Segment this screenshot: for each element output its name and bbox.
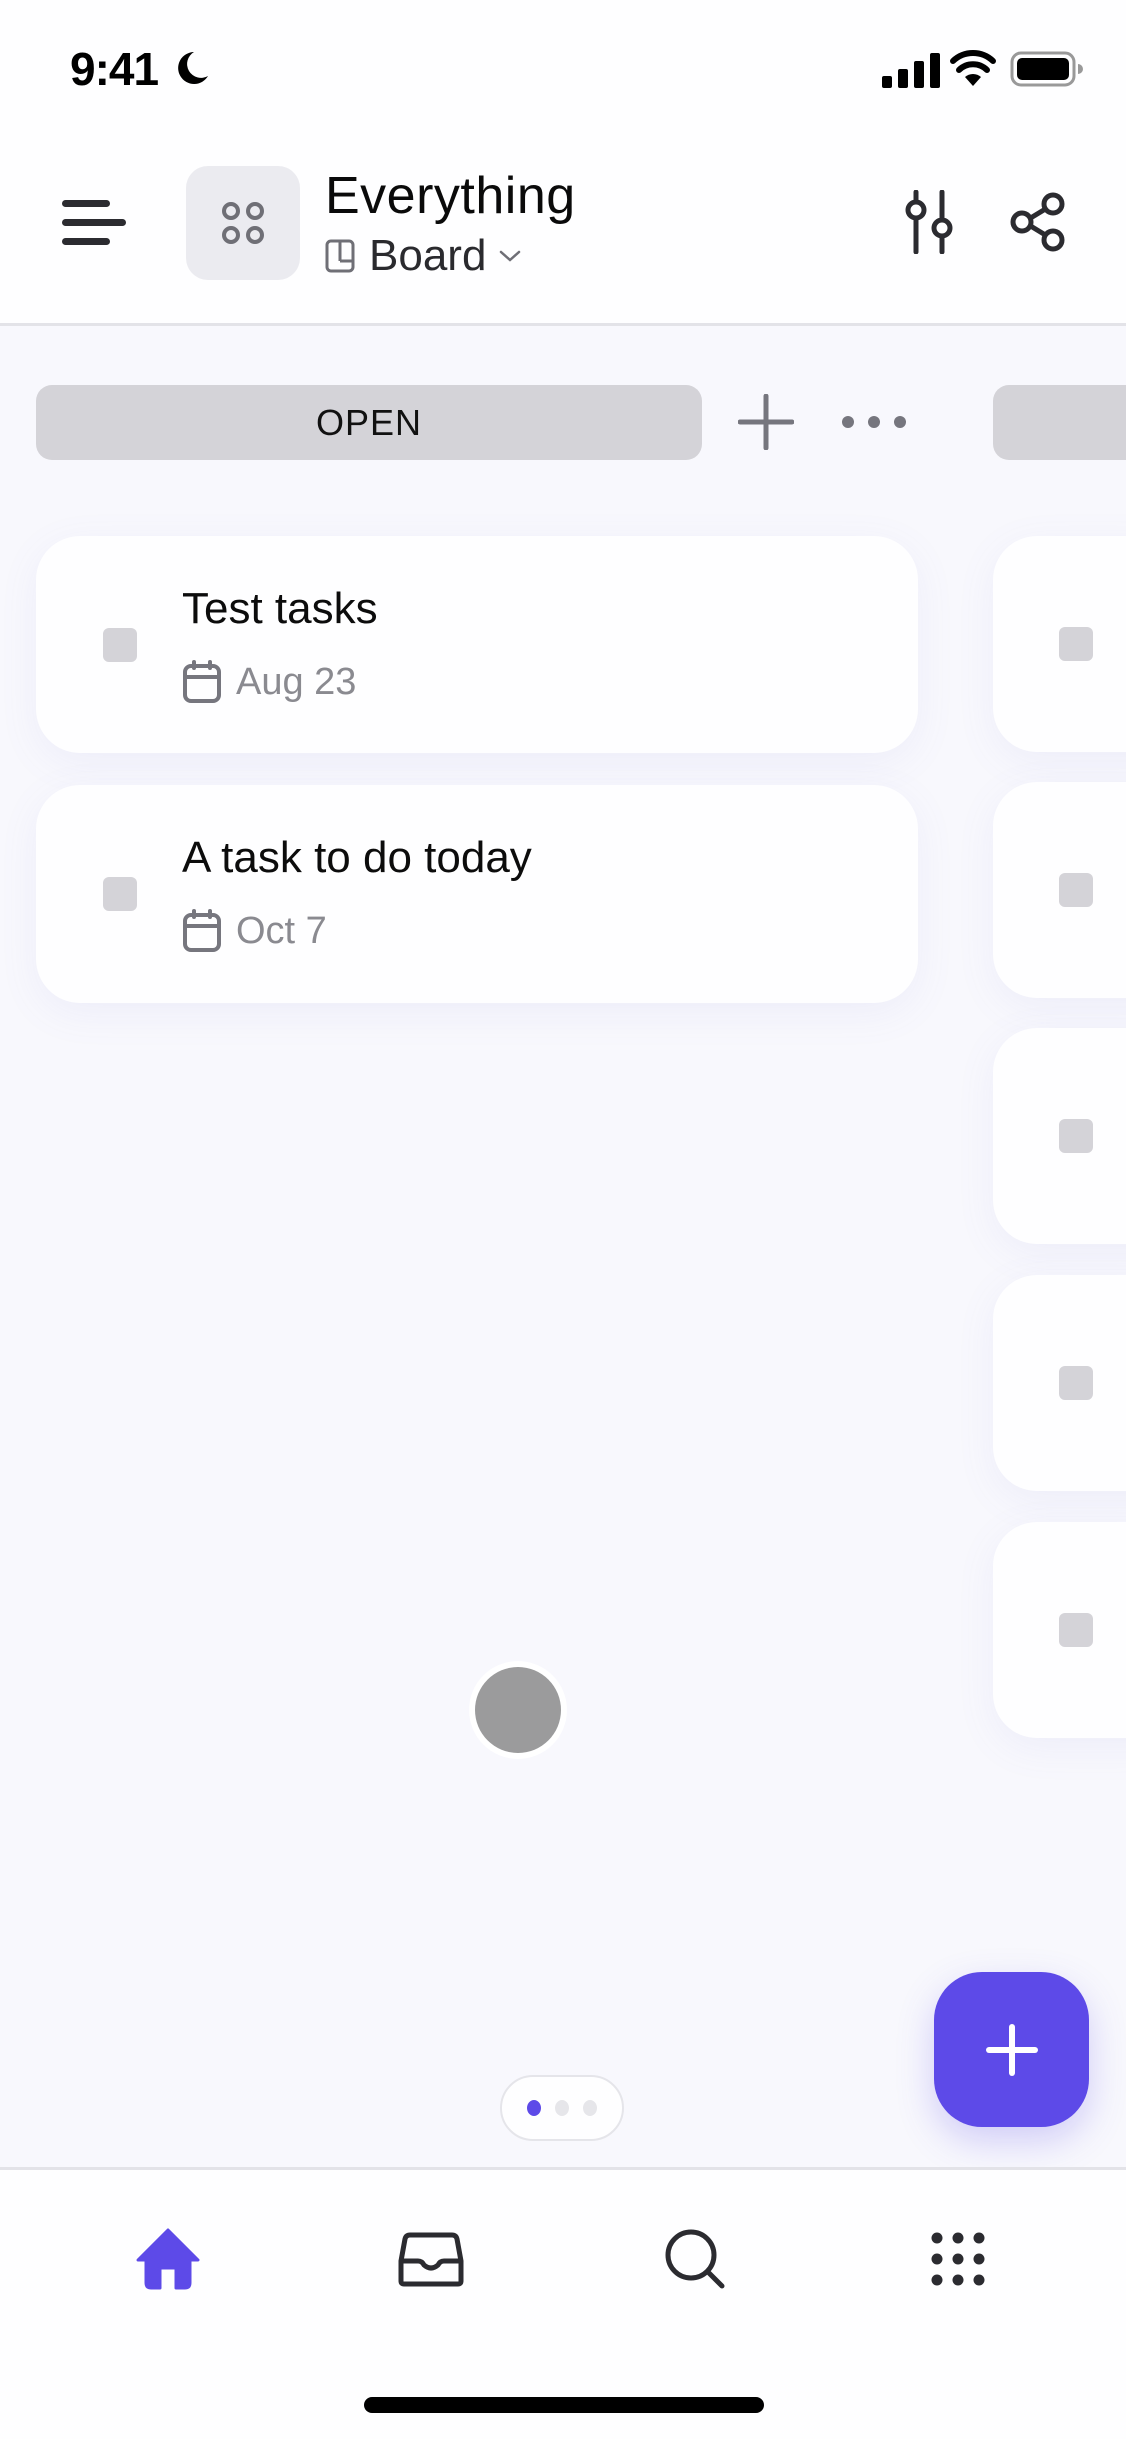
calendar-icon (183, 660, 221, 703)
task-card[interactable] (993, 1275, 1126, 1491)
nav-search[interactable] (650, 2214, 740, 2304)
add-task-fab[interactable] (934, 1972, 1089, 2127)
nav-home[interactable] (123, 2214, 213, 2304)
task-card[interactable] (993, 1028, 1126, 1244)
task-checkbox[interactable] (103, 877, 137, 911)
grid-dots-icon (931, 2232, 985, 2286)
column-header-open[interactable]: OPEN (36, 385, 702, 460)
task-date-text: Aug 23 (236, 660, 357, 703)
task-card[interactable] (993, 1522, 1126, 1738)
battery-full-icon (1010, 51, 1083, 87)
task-checkbox[interactable] (103, 628, 137, 662)
page-indicator[interactable] (500, 2075, 624, 2141)
moon-icon (178, 52, 208, 84)
nav-more[interactable] (913, 2214, 1003, 2304)
task-title: Test tasks (182, 584, 378, 633)
task-checkbox[interactable] (1059, 1613, 1093, 1647)
status-time: 9:41 (70, 43, 159, 95)
task-card[interactable]: Test tasks Aug 23 (36, 536, 918, 753)
plus-icon[interactable] (738, 394, 794, 450)
task-title: A task to do today (182, 833, 532, 882)
task-due-date: Oct 7 (182, 909, 327, 953)
task-date-text: Oct 7 (236, 909, 327, 952)
task-card[interactable]: A task to do today Oct 7 (36, 785, 918, 1003)
page-dot[interactable] (555, 2100, 569, 2116)
hamburger-menu-icon[interactable] (62, 198, 128, 248)
task-checkbox[interactable] (1059, 627, 1093, 661)
view-switcher[interactable]: Board (325, 228, 522, 284)
view-label: Board (369, 231, 487, 280)
plus-icon (985, 2023, 1038, 2076)
task-checkbox[interactable] (1059, 1366, 1093, 1400)
page-dot-active[interactable] (527, 2100, 541, 2116)
touch-indicator (475, 1667, 561, 1753)
wifi-icon (950, 50, 996, 86)
task-due-date: Aug 23 (182, 660, 356, 704)
nav-inbox[interactable] (386, 2214, 476, 2304)
column-header-next[interactable] (993, 385, 1126, 460)
space-avatar[interactable] (186, 166, 300, 280)
home-icon (136, 2228, 200, 2290)
more-horizontal-icon[interactable] (838, 408, 910, 436)
chevron-down-icon (500, 250, 521, 262)
home-indicator[interactable] (364, 2397, 764, 2413)
header-divider (0, 323, 1126, 326)
task-card[interactable] (993, 782, 1126, 998)
page-dot[interactable] (583, 2100, 597, 2116)
cellular-signal-icon (882, 53, 940, 88)
sliders-filter-icon[interactable] (904, 190, 960, 254)
task-checkbox[interactable] (1059, 873, 1093, 907)
page-title: Everything (325, 167, 576, 225)
calendar-icon (183, 909, 221, 952)
board-view-icon (325, 239, 355, 273)
top-area (0, 0, 1126, 323)
search-icon (665, 2229, 725, 2289)
task-checkbox[interactable] (1059, 1119, 1093, 1153)
inbox-icon (398, 2232, 464, 2287)
share-icon[interactable] (1010, 192, 1066, 252)
task-card[interactable] (993, 536, 1126, 752)
four-circles-icon (222, 202, 264, 244)
